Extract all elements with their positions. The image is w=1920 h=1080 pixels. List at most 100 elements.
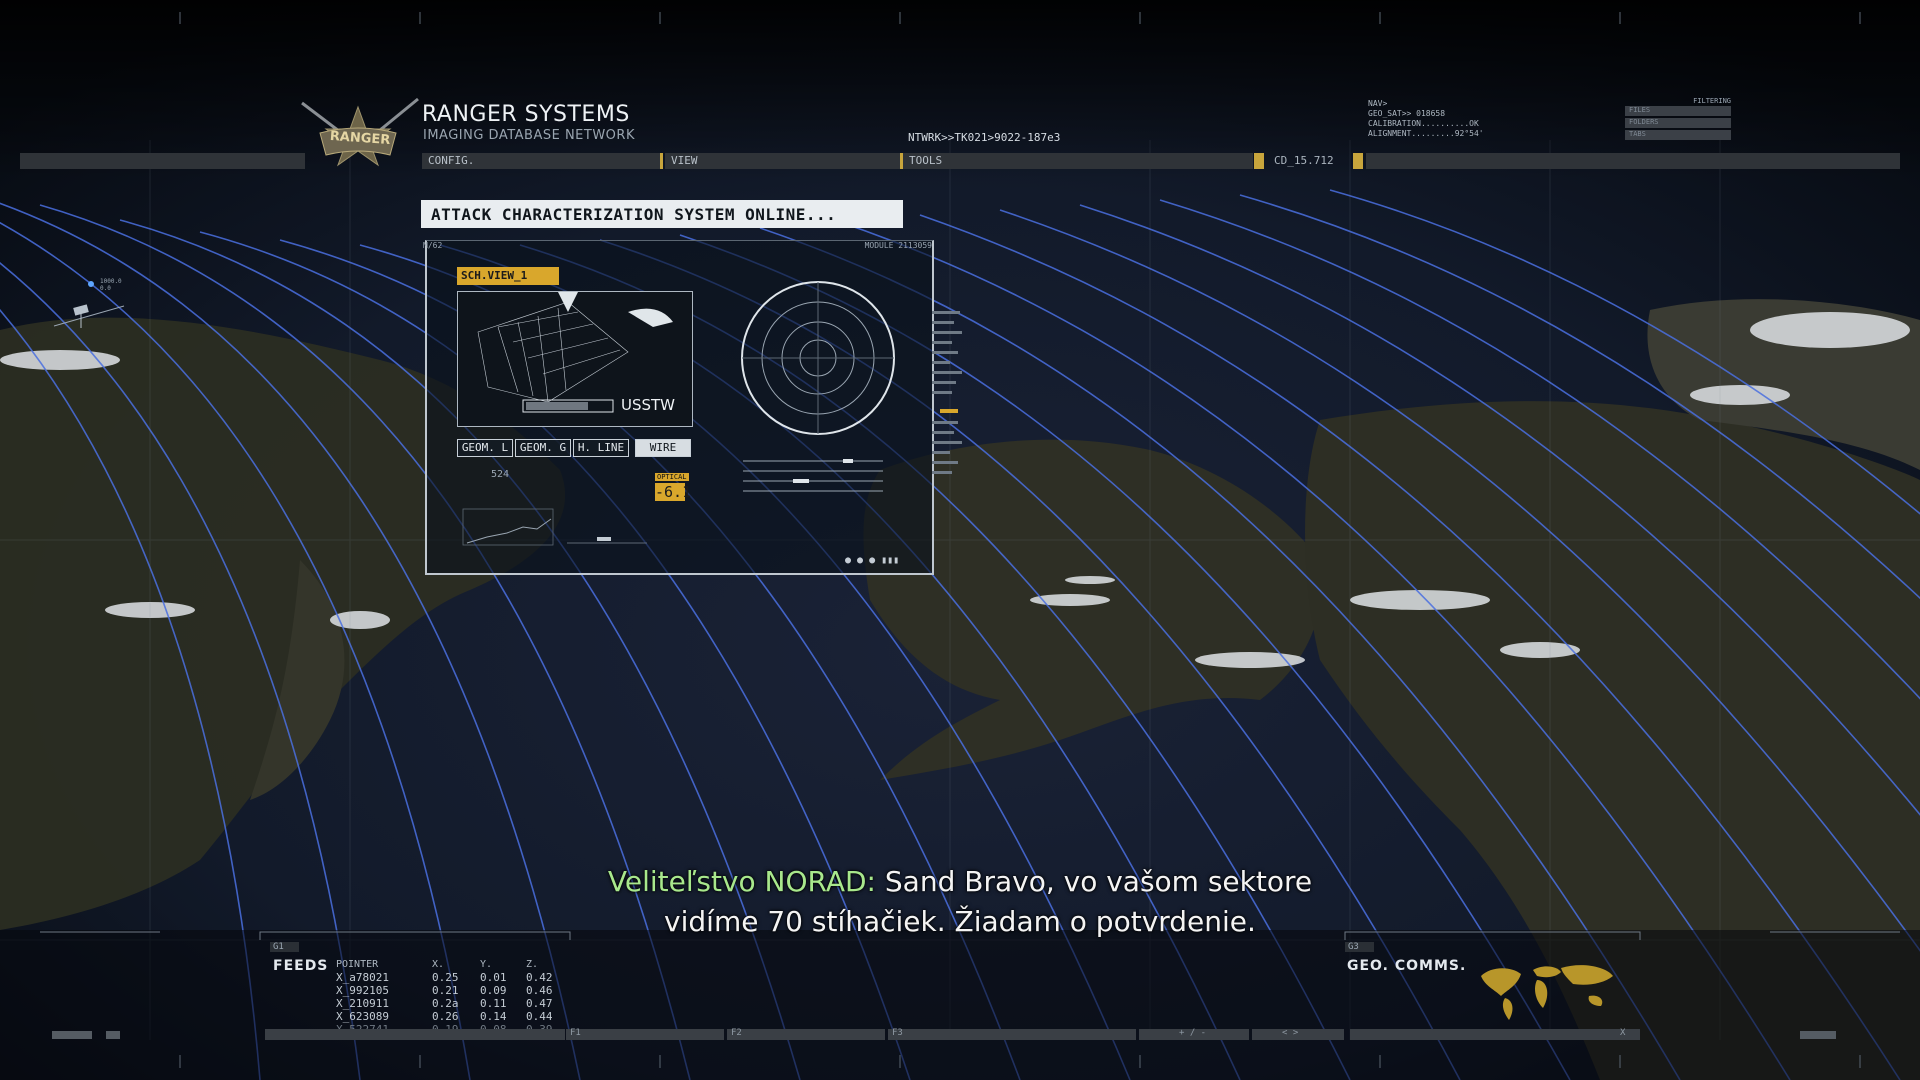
filter-tabs[interactable]: TABS xyxy=(1625,130,1731,140)
nav-line-3: CALIBRATION..........OK xyxy=(1368,119,1479,128)
feed-z: 0.47 xyxy=(526,997,553,1010)
signal-bars xyxy=(743,459,883,492)
tab-sch-view[interactable]: SCH.VIEW_1 xyxy=(457,267,559,285)
menu-accent-right xyxy=(1353,153,1363,169)
f2-label: F2 xyxy=(731,1028,742,1038)
feed-x: 0.25 xyxy=(432,971,459,984)
bottom-left-strip xyxy=(52,1031,92,1039)
panel-corner-id: M/62 xyxy=(423,241,443,250)
wire-button[interactable]: WIRE xyxy=(635,439,691,457)
filter-tabs-label: TABS xyxy=(1629,130,1646,138)
menu-config-label: CONFIG. xyxy=(428,154,475,167)
feed-pointer: X_210911 xyxy=(336,997,389,1010)
bottom-bar-right xyxy=(1350,1029,1630,1040)
h-line-button[interactable]: H. LINE xyxy=(573,439,629,457)
filter-files[interactable]: FILES xyxy=(1625,106,1731,116)
menu-view[interactable]: VIEW xyxy=(665,153,900,169)
brand-title: RANGER SYSTEMS xyxy=(422,102,630,127)
code-tag: CD_15.712 xyxy=(1274,154,1334,167)
feed-z: 0.44 xyxy=(526,1010,553,1023)
geom-l-button[interactable]: GEOM. L xyxy=(457,439,513,457)
menu-accent xyxy=(1254,153,1264,169)
speaker-name: Veliteľstvo NORAD: xyxy=(607,865,876,898)
feed-y: 0.09 xyxy=(480,984,507,997)
nav-control[interactable]: < > xyxy=(1252,1028,1344,1040)
ranger-logo: RANGER xyxy=(298,95,422,183)
optical-value: -6.1 xyxy=(655,483,692,501)
feeds-group-id: G1 xyxy=(270,942,299,952)
feeds-title: FEEDS xyxy=(273,958,329,974)
subtitle-line-1: Veliteľstvo NORAD: Sand Bravo, vo vašom … xyxy=(0,862,1920,902)
table-row: X_992105 0.21 0.09 0.46 xyxy=(336,984,566,997)
tab-sch-view-label: SCH.VIEW_1 xyxy=(461,269,528,282)
menu-tools-label: TOOLS xyxy=(909,154,943,167)
optical-label: OPTICAL xyxy=(655,473,689,481)
feed-z: 0.46 xyxy=(526,984,553,997)
network-path: NTWRK>>TK021>9022-187e3 xyxy=(908,131,1061,144)
menu-divider xyxy=(660,153,663,169)
feed-y: 0.11 xyxy=(480,997,507,1010)
module-id: MODULE 2113059 xyxy=(864,241,932,250)
table-row: X_a78021 0.25 0.01 0.42 xyxy=(336,971,566,984)
col-y: Y. xyxy=(480,959,493,970)
world-map-icon xyxy=(1481,965,1613,1020)
feed-x: 0.2a xyxy=(432,997,459,1010)
attack-characterization-panel: M/62 MODULE 2113059 SCH.VIEW_1 USSTW GEO… xyxy=(423,240,962,575)
geom-l-label: GEOM. L xyxy=(461,441,509,454)
nav-line-2: GEO_SAT>> 018658 xyxy=(1368,109,1446,118)
feed-pointer: X_623089 xyxy=(336,1010,389,1023)
menu-view-label: VIEW xyxy=(671,154,698,167)
filtering-title: FILTERING xyxy=(1693,97,1731,105)
readout-value: 524 xyxy=(491,469,510,480)
feeds-panel: G1 FEEDS POINTER X. Y. Z. X_a78021 0.25 0.… xyxy=(270,942,570,1036)
bottom-right-strip xyxy=(1800,1031,1836,1039)
f3-label: F3 xyxy=(892,1028,903,1038)
geo-comms-panel: G3 GEO. COMMS. xyxy=(1345,942,1645,1022)
nav-status: NAV> GEO_SAT>> 018658 CALIBRATION.......… xyxy=(1368,99,1484,139)
comms-title: GEO. COMMS. xyxy=(1347,958,1467,974)
filter-folders[interactable]: FOLDERS xyxy=(1625,118,1731,128)
satellite-marker: 1000.0 0.0 xyxy=(44,276,134,336)
view-label: USSTW xyxy=(621,396,676,414)
filter-folders-label: FOLDERS xyxy=(1629,118,1659,126)
feed-pointer: X_992105 xyxy=(336,984,389,997)
geom-g-button[interactable]: GEOM. G xyxy=(515,439,571,457)
nav-line-4: ALIGNMENT.........92°54' xyxy=(1368,129,1484,138)
feed-x: 0.21 xyxy=(432,984,459,997)
schematic-view: USSTW xyxy=(457,291,693,427)
satellite-label-1: 1000.0 xyxy=(100,278,122,285)
menu-config[interactable]: CONFIG. xyxy=(422,153,660,169)
table-row: X_623089 0.26 0.14 0.44 xyxy=(336,1010,566,1023)
col-pointer: POINTER xyxy=(336,959,379,970)
comms-group-id: G3 xyxy=(1345,942,1374,952)
panel-footer-dots: ● ● ● ▮▮▮ xyxy=(845,555,900,566)
f1-label: F1 xyxy=(570,1028,581,1038)
wire-label: WIRE xyxy=(649,441,677,454)
table-row: X_210911 0.2a 0.11 0.47 xyxy=(336,997,566,1010)
zoom-control[interactable]: + / - xyxy=(1139,1028,1249,1040)
nav-control-label: < > xyxy=(1282,1028,1299,1038)
geom-g-label: GEOM. G xyxy=(519,441,567,454)
menu-tools[interactable]: TOOLS xyxy=(903,153,1253,169)
feeds-header-row: POINTER X. Y. Z. xyxy=(336,958,566,971)
h-line-label: H. LINE xyxy=(577,441,625,454)
feeds-table: POINTER X. Y. Z. X_a78021 0.25 0.01 0.42 X_… xyxy=(336,958,566,1036)
col-z: Z. xyxy=(526,959,539,970)
close-button[interactable]: X xyxy=(1616,1028,1640,1040)
f1-key[interactable]: F1 xyxy=(566,1028,724,1040)
panel-side-list xyxy=(930,301,978,507)
feed-y: 0.14 xyxy=(480,1010,507,1023)
feed-x: 0.26 xyxy=(432,1010,459,1023)
f3-key[interactable]: F3 xyxy=(888,1028,1136,1040)
close-label: X xyxy=(1620,1028,1626,1038)
attack-banner: ATTACK CHARACTERIZATION SYSTEM ONLINE... xyxy=(421,200,903,228)
brand-subtitle: IMAGING DATABASE NETWORK xyxy=(423,128,635,143)
header-bar-right xyxy=(1366,153,1900,169)
feed-pointer: X_a78021 xyxy=(336,971,389,984)
header-bar-left xyxy=(20,153,305,169)
attack-banner-text: ATTACK CHARACTERIZATION SYSTEM ONLINE... xyxy=(431,205,837,224)
bottom-bar-left xyxy=(265,1029,565,1040)
feed-z: 0.42 xyxy=(526,971,553,984)
f2-key[interactable]: F2 xyxy=(727,1028,885,1040)
nav-line-1: NAV> xyxy=(1368,99,1388,108)
